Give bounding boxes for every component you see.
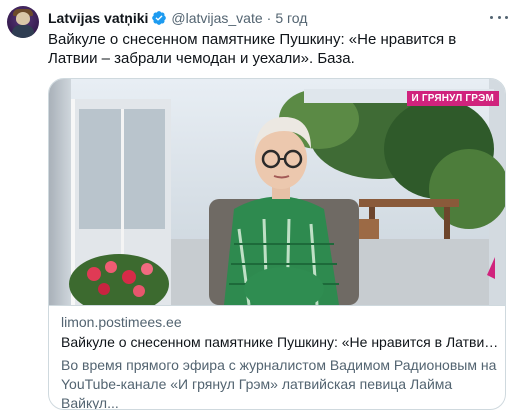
card-photo xyxy=(49,79,505,305)
tweet[interactable]: Latvijas vatņiki @latvijas_vate · 5 год … xyxy=(0,0,515,416)
timestamp[interactable]: 5 год xyxy=(275,10,307,26)
verified-badge-icon xyxy=(152,11,167,25)
more-options-icon[interactable] xyxy=(490,10,508,24)
link-card[interactable]: И ГРЯНУЛ ГРЭМ limon.postimees.ee Вайкуле… xyxy=(48,78,506,410)
tweet-text: Вайкуле о снесенном памятнике Пушкину: «… xyxy=(48,31,457,67)
card-image[interactable]: И ГРЯНУЛ ГРЭМ xyxy=(49,79,505,305)
separator-dot: · xyxy=(266,10,272,26)
display-name[interactable]: Latvijas vatņiki xyxy=(48,10,148,26)
card-domain: limon.postimees.ee xyxy=(61,314,182,330)
card-title: Вайкуле о снесенном памятнике Пушкину: «… xyxy=(61,334,501,350)
card-info[interactable]: limon.postimees.ee Вайкуле о снесенном п… xyxy=(49,305,505,410)
channel-badge: И ГРЯНУЛ ГРЭМ xyxy=(406,91,499,106)
handle[interactable]: @latvijas_vate xyxy=(171,10,262,26)
card-description: Во время прямого эфира с журналистом Вад… xyxy=(61,357,497,410)
avatar[interactable] xyxy=(7,6,39,38)
tweet-header: Latvijas vatņiki @latvijas_vate · 5 год xyxy=(48,9,307,27)
